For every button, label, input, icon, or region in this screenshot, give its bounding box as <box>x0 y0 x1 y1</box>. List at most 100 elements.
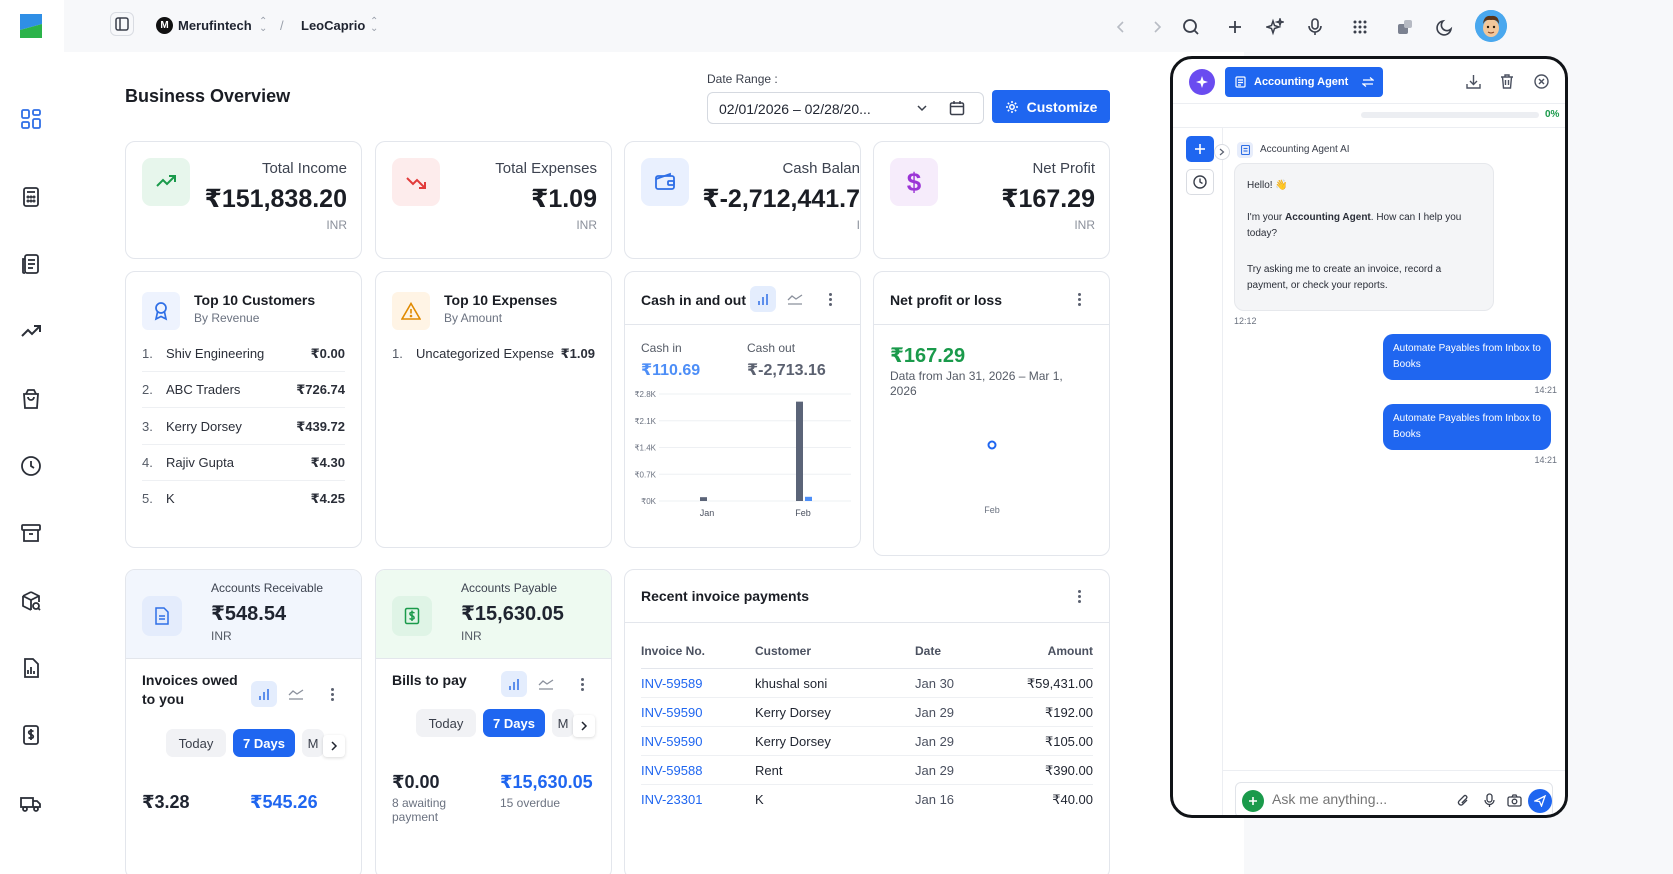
line-chart-toggle-icon[interactable] <box>283 681 309 707</box>
more-options-icon[interactable] <box>821 290 839 308</box>
customer-cell: K <box>755 792 764 807</box>
kpi-card-total-expenses[interactable]: Total Expenses ₹1.09 INR <box>375 141 612 259</box>
back-icon[interactable] <box>1108 14 1134 40</box>
expense-name: Uncategorized Expense <box>416 346 555 361</box>
more-options-icon[interactable] <box>1070 587 1088 605</box>
report-icon[interactable] <box>20 657 44 681</box>
bar-chart-toggle-icon[interactable] <box>251 681 277 707</box>
list-item[interactable]: 5. K ₹4.25 <box>142 481 345 517</box>
tab-7-days[interactable]: 7 Days <box>233 729 295 757</box>
tab-month[interactable]: M <box>302 729 324 757</box>
tab-month[interactable]: M <box>552 709 574 737</box>
customize-button[interactable]: Customize <box>992 90 1110 123</box>
bar-cash-out[interactable] <box>796 401 803 501</box>
kpi-card-net-profit[interactable]: $ Net Profit ₹167.29 INR <box>873 141 1110 259</box>
expand-rail-icon[interactable] <box>1214 144 1230 160</box>
kpi-card-total-income[interactable]: Total Income ₹151,838.20 INR <box>125 141 362 259</box>
line-chart-toggle-icon[interactable] <box>782 286 808 312</box>
invoice-link[interactable]: INV-59589 <box>641 676 702 691</box>
chat-input[interactable] <box>1272 791 1442 807</box>
agent-logo-icon <box>1189 69 1215 95</box>
clock-icon[interactable] <box>20 455 44 479</box>
dashboard-icon[interactable] <box>20 108 44 132</box>
org-name[interactable]: Merufintech <box>178 18 252 33</box>
chevron-down-icon[interactable] <box>916 103 928 113</box>
microphone-icon[interactable] <box>1484 793 1495 808</box>
send-button[interactable] <box>1528 789 1552 813</box>
list-item[interactable]: 1. Shiv Engineering ₹0.00 <box>142 336 345 372</box>
scroll-right-icon[interactable] <box>323 735 345 757</box>
microphone-icon[interactable] <box>1302 14 1328 40</box>
org-avatar[interactable]: M <box>156 17 173 34</box>
more-options-icon[interactable] <box>1070 290 1088 308</box>
new-chat-button[interactable] <box>1186 136 1214 162</box>
tab-today[interactable]: Today <box>166 729 226 757</box>
extension-icon[interactable] <box>1392 14 1418 40</box>
receivable-currency: INR <box>211 629 232 643</box>
recent-invoice-payments-card: Recent invoice payments Invoice No. Cust… <box>624 569 1110 874</box>
payable-awaiting-note-2: payment <box>392 810 439 824</box>
user-switch-chevron-icon[interactable]: ⌃ ⌄ <box>370 17 378 34</box>
line-chart-toggle-icon[interactable] <box>533 671 559 697</box>
shopping-bag-icon[interactable] <box>20 388 44 412</box>
list-item[interactable]: 2. ABC Traders ₹726.74 <box>142 372 345 408</box>
bar-cash-out[interactable] <box>700 497 707 501</box>
apps-grid-icon[interactable] <box>1347 14 1373 40</box>
bar-chart-toggle-icon[interactable] <box>501 671 527 697</box>
column-header-date: Date <box>915 644 942 658</box>
list-item[interactable]: 3. Kerry Dorsey ₹439.72 <box>142 409 345 445</box>
app-logo[interactable] <box>18 12 44 40</box>
invoice-link[interactable]: INV-59590 <box>641 705 702 720</box>
more-options-icon[interactable] <box>573 675 591 693</box>
dark-mode-icon[interactable] <box>1432 14 1458 40</box>
list-item[interactable]: 1. Uncategorized Expense ₹1.09 <box>392 336 595 372</box>
calculator-icon[interactable] <box>20 186 44 210</box>
attach-plus-icon[interactable] <box>1242 790 1264 812</box>
package-search-icon[interactable] <box>20 590 44 614</box>
search-icon[interactable] <box>1178 14 1204 40</box>
document-icon <box>1235 76 1246 88</box>
delete-icon[interactable] <box>1500 74 1514 89</box>
top-expenses-subtitle: By Amount <box>444 311 503 325</box>
forward-icon[interactable] <box>1144 14 1170 40</box>
date-range-picker[interactable]: 02/01/2026 – 02/28/20... <box>707 92 984 124</box>
invoices-icon[interactable] <box>20 253 44 277</box>
avatar[interactable] <box>1475 10 1507 42</box>
customer-cell: khushal soni <box>755 676 828 691</box>
add-icon[interactable] <box>1222 14 1248 40</box>
kpi-card-cash-balance[interactable]: Cash Balan ₹-2,712,441.7 I <box>624 141 861 259</box>
agent-selector-tab[interactable]: Accounting Agent <box>1225 67 1383 97</box>
close-icon[interactable] <box>1534 74 1549 89</box>
scroll-right-icon[interactable] <box>573 715 595 737</box>
user-name[interactable]: LeoCaprio <box>301 18 365 33</box>
download-icon[interactable] <box>1466 74 1481 89</box>
list-item[interactable]: 4. Rajiv Gupta ₹4.30 <box>142 445 345 481</box>
bar-chart-toggle-icon[interactable] <box>750 286 776 312</box>
more-options-icon[interactable] <box>323 685 341 703</box>
invoice-link[interactable]: INV-59588 <box>641 763 702 778</box>
top-expenses-card: Top 10 Expenses By Amount 1. Uncategorize… <box>375 271 612 548</box>
cash-in-out-title: Cash in and out <box>641 292 746 308</box>
calendar-icon[interactable] <box>949 100 965 116</box>
customer-name: Kerry Dorsey <box>166 419 242 434</box>
sidebar-toggle-icon[interactable] <box>110 12 134 36</box>
archive-icon[interactable] <box>20 522 44 546</box>
chat-input-box[interactable] <box>1235 782 1553 815</box>
data-point[interactable] <box>987 440 997 450</box>
org-switch-chevron-icon[interactable]: ⌃ ⌄ <box>259 17 267 34</box>
tab-today[interactable]: Today <box>416 709 476 737</box>
paperclip-icon[interactable] <box>1457 794 1470 808</box>
truck-icon[interactable] <box>20 792 44 816</box>
invoice-link[interactable]: INV-59590 <box>641 734 702 749</box>
dollar-bill-icon[interactable] <box>20 724 44 748</box>
amount-cell: ₹390.00 <box>1044 763 1093 778</box>
invoice-link[interactable]: INV-23301 <box>641 792 702 807</box>
swap-icon[interactable] <box>1362 77 1375 87</box>
history-icon[interactable] <box>1186 169 1214 195</box>
bar-cash-in[interactable] <box>805 496 812 501</box>
tab-7-days[interactable]: 7 Days <box>483 709 545 737</box>
camera-icon[interactable] <box>1507 794 1522 807</box>
sparkles-icon[interactable] <box>1262 14 1288 40</box>
customer-cell: Rent <box>755 763 783 778</box>
trending-icon[interactable] <box>20 320 44 344</box>
